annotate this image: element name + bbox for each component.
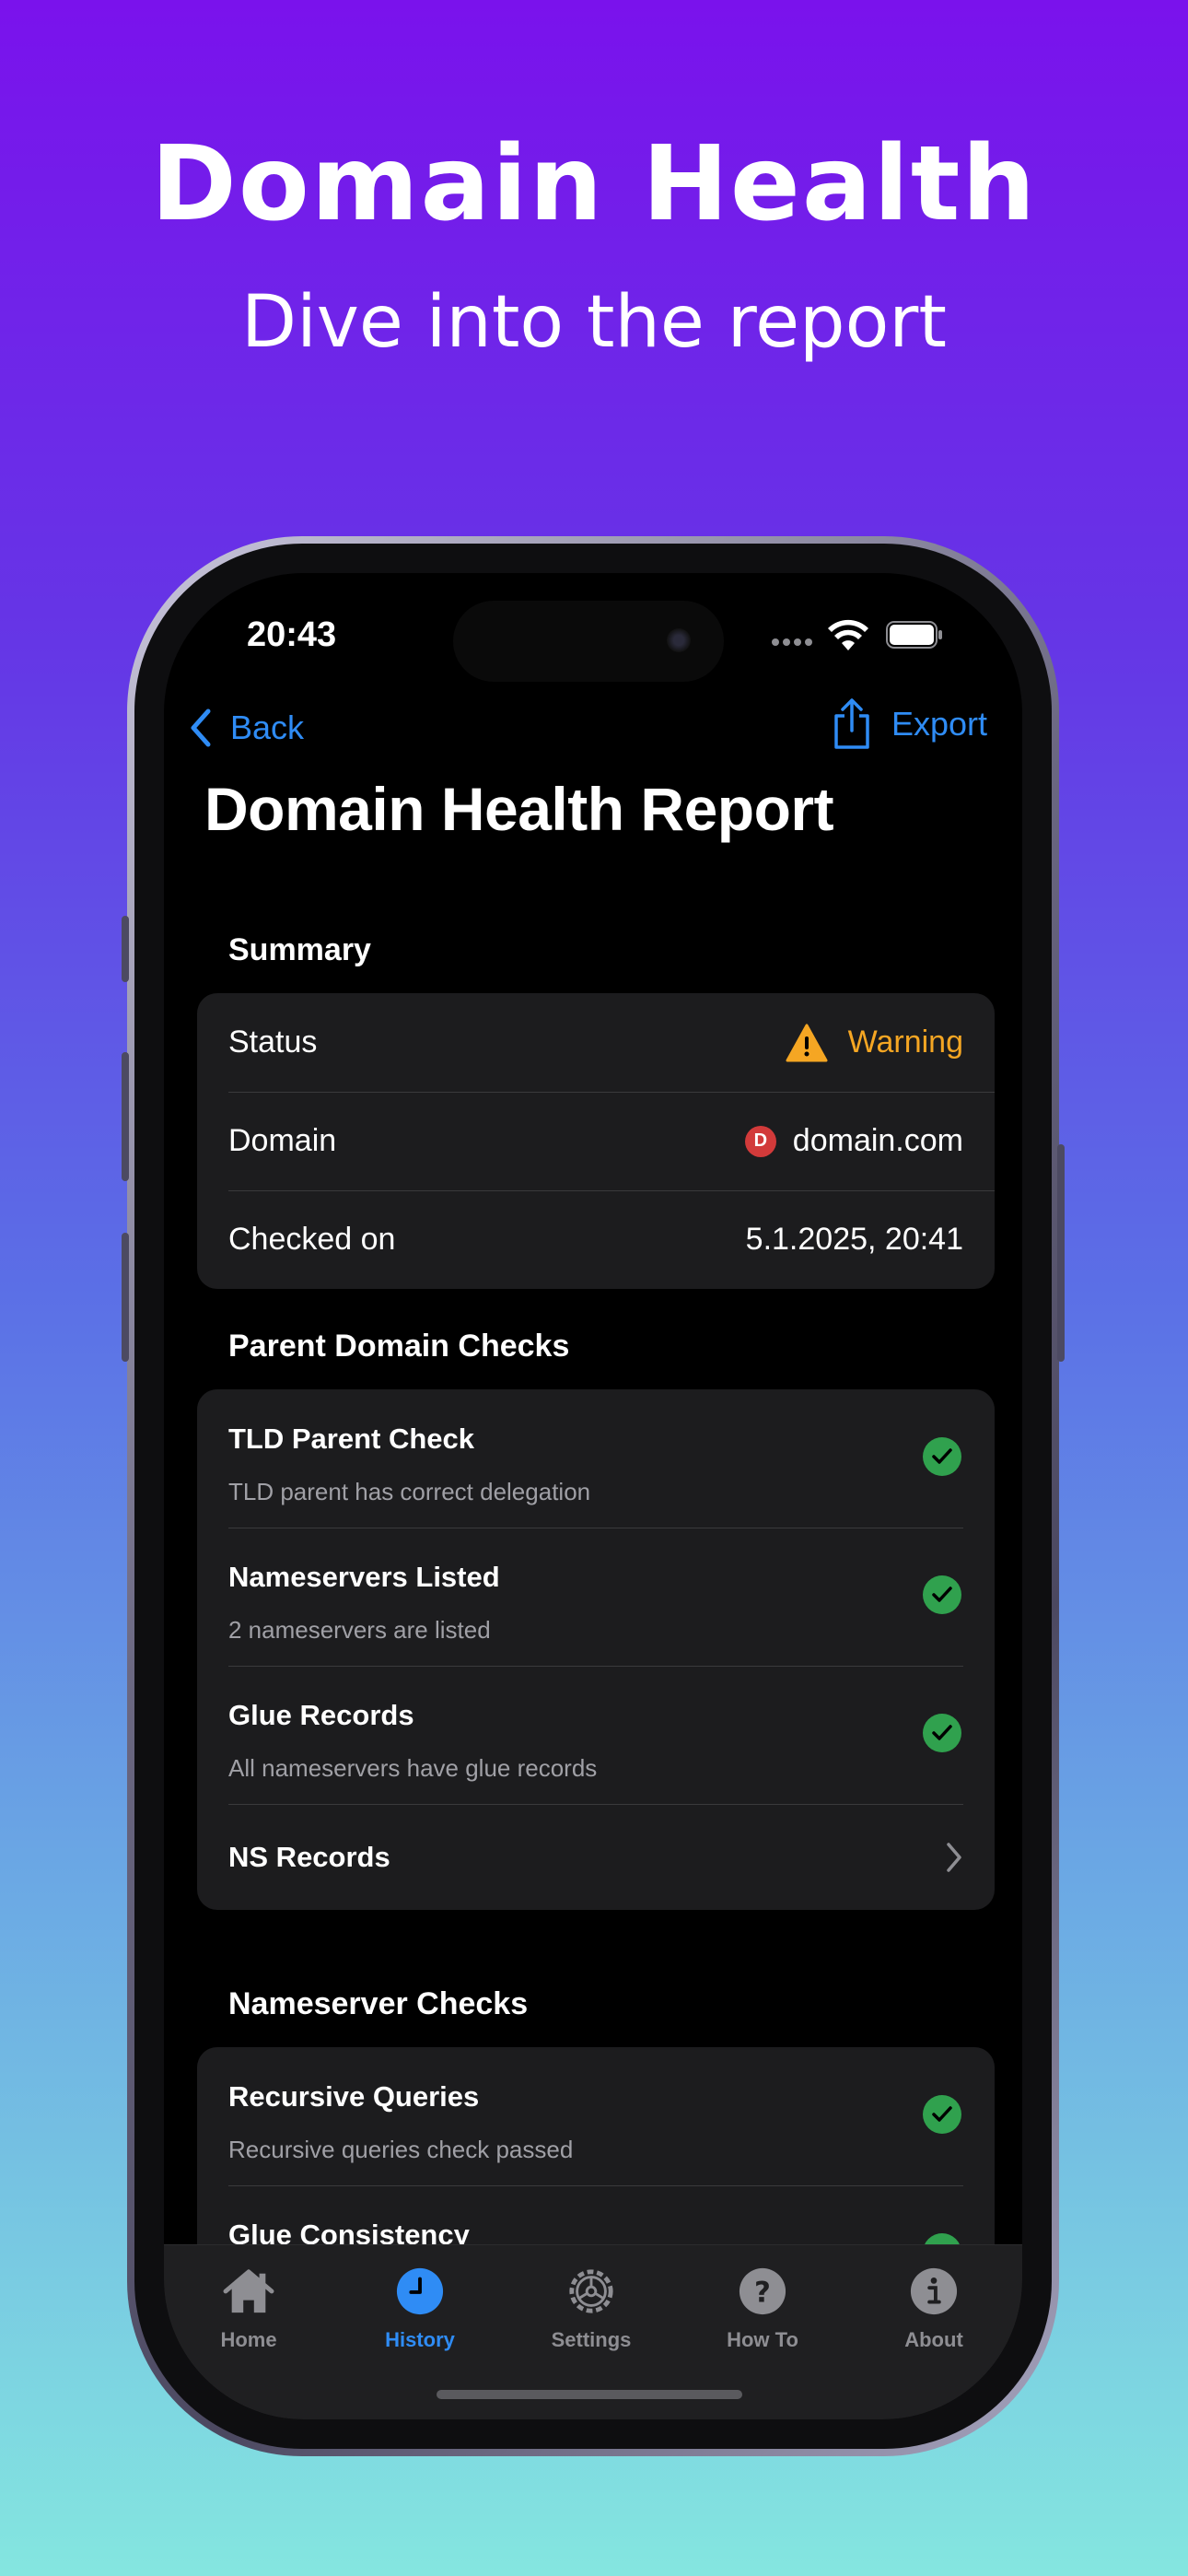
- check-subtitle: Recursive queries check passed: [228, 2136, 574, 2163]
- tab-history[interactable]: History: [355, 2264, 484, 2352]
- status-label: Status: [228, 1025, 318, 1060]
- status-time: 20:43: [247, 615, 337, 654]
- share-icon: [834, 698, 869, 749]
- warning-icon: [786, 1024, 828, 1061]
- page-title: Domain Health Report: [204, 775, 834, 843]
- check-item: Glue Records All nameservers have glue r…: [197, 1666, 995, 1804]
- domain-value-text: domain.com: [792, 1123, 963, 1158]
- battery-icon: [886, 621, 942, 649]
- app-screen: 20:43 Back Export Domain Health Report S…: [164, 573, 1022, 2419]
- tab-settings[interactable]: Settings: [527, 2264, 656, 2352]
- summary-header: Summary: [228, 932, 371, 967]
- chevron-right-icon: [947, 1842, 961, 1872]
- phone-volume-up-button: [122, 1052, 129, 1181]
- info-icon: [910, 2267, 958, 2315]
- checkmark-circle-icon: [923, 1714, 961, 1752]
- check-title: Glue Records: [228, 1699, 414, 1731]
- phone-volume-down-button: [122, 1233, 129, 1362]
- parent-checks-header: Parent Domain Checks: [228, 1329, 570, 1364]
- question-icon: ?: [739, 2267, 786, 2315]
- domain-label: Domain: [228, 1123, 337, 1158]
- back-button[interactable]: Back: [188, 700, 304, 755]
- tab-home[interactable]: Home: [184, 2264, 313, 2352]
- summary-row-domain: Domain D domain.com: [197, 1092, 995, 1190]
- checkmark-circle-icon: [923, 1575, 961, 1614]
- parent-checks-card: TLD Parent Check TLD parent has correct …: [197, 1389, 995, 1910]
- chevron-left-icon: [191, 708, 211, 747]
- export-label: Export: [891, 705, 987, 743]
- domain-value: D domain.com: [744, 1123, 963, 1159]
- phone-frame: 20:43 Back Export Domain Health Report S…: [122, 536, 1065, 2456]
- check-title: TLD Parent Check: [228, 1423, 475, 1455]
- summary-row-status: Status Warning: [197, 993, 995, 1092]
- check-item: Recursive Queries Recursive queries chec…: [197, 2047, 995, 2185]
- camera-icon: [667, 628, 691, 652]
- wifi-icon: [828, 619, 868, 650]
- checked-label: Checked on: [228, 1222, 396, 1257]
- tab-home-label: Home: [220, 2328, 277, 2351]
- tab-howto[interactable]: ? How To: [698, 2264, 827, 2352]
- check-item: Nameservers Listed 2 nameservers are lis…: [197, 1528, 995, 1666]
- check-title: Nameservers Listed: [228, 1561, 500, 1593]
- tab-about-label: About: [904, 2328, 963, 2351]
- checkmark-circle-icon: [923, 2095, 961, 2134]
- domain-badge-icon: D: [744, 1125, 776, 1157]
- check-title: Recursive Queries: [228, 2080, 480, 2113]
- tab-howto-label: How To: [727, 2328, 798, 2351]
- summary-row-checked: Checked on 5.1.2025, 20:41: [197, 1190, 995, 1289]
- status-value: Warning: [786, 1024, 963, 1062]
- tab-history-label: History: [385, 2328, 455, 2351]
- check-subtitle: 2 nameservers are listed: [228, 1616, 491, 1644]
- home-indicator[interactable]: [437, 2390, 742, 2399]
- ns-records-link[interactable]: NS Records: [197, 1804, 995, 1910]
- phone-action-button: [122, 916, 129, 982]
- check-item: TLD Parent Check TLD parent has correct …: [197, 1389, 995, 1528]
- ns-checks-header: Nameserver Checks: [228, 1986, 529, 2021]
- dynamic-island: [453, 601, 724, 682]
- summary-card: Status Warning Domain D domain.com Check…: [197, 993, 995, 1289]
- hero-subtitle: Dive into the report: [241, 281, 947, 364]
- svg-text:?: ?: [754, 2277, 771, 2310]
- tab-about[interactable]: About: [869, 2264, 998, 2352]
- check-subtitle: All nameservers have glue records: [228, 1754, 598, 1782]
- phone-side-button: [1057, 1144, 1065, 1362]
- tab-bar: Home History Settings ? How To About: [164, 2244, 1022, 2419]
- checkmark-circle-icon: [923, 1437, 961, 1476]
- clock-icon: [396, 2267, 444, 2315]
- signal-dots-icon: [772, 634, 818, 646]
- export-button[interactable]: Export: [831, 695, 987, 754]
- checked-value: 5.1.2025, 20:41: [745, 1222, 963, 1257]
- back-label: Back: [230, 708, 305, 746]
- gear-icon: [569, 2269, 613, 2313]
- ns-records-label: NS Records: [228, 1840, 390, 1873]
- house-icon: [223, 2269, 274, 2313]
- tab-settings-label: Settings: [551, 2328, 632, 2351]
- status-value-text: Warning: [847, 1025, 963, 1060]
- check-subtitle: TLD parent has correct delegation: [228, 1478, 591, 1505]
- hero-title: Domain Health: [150, 124, 1038, 244]
